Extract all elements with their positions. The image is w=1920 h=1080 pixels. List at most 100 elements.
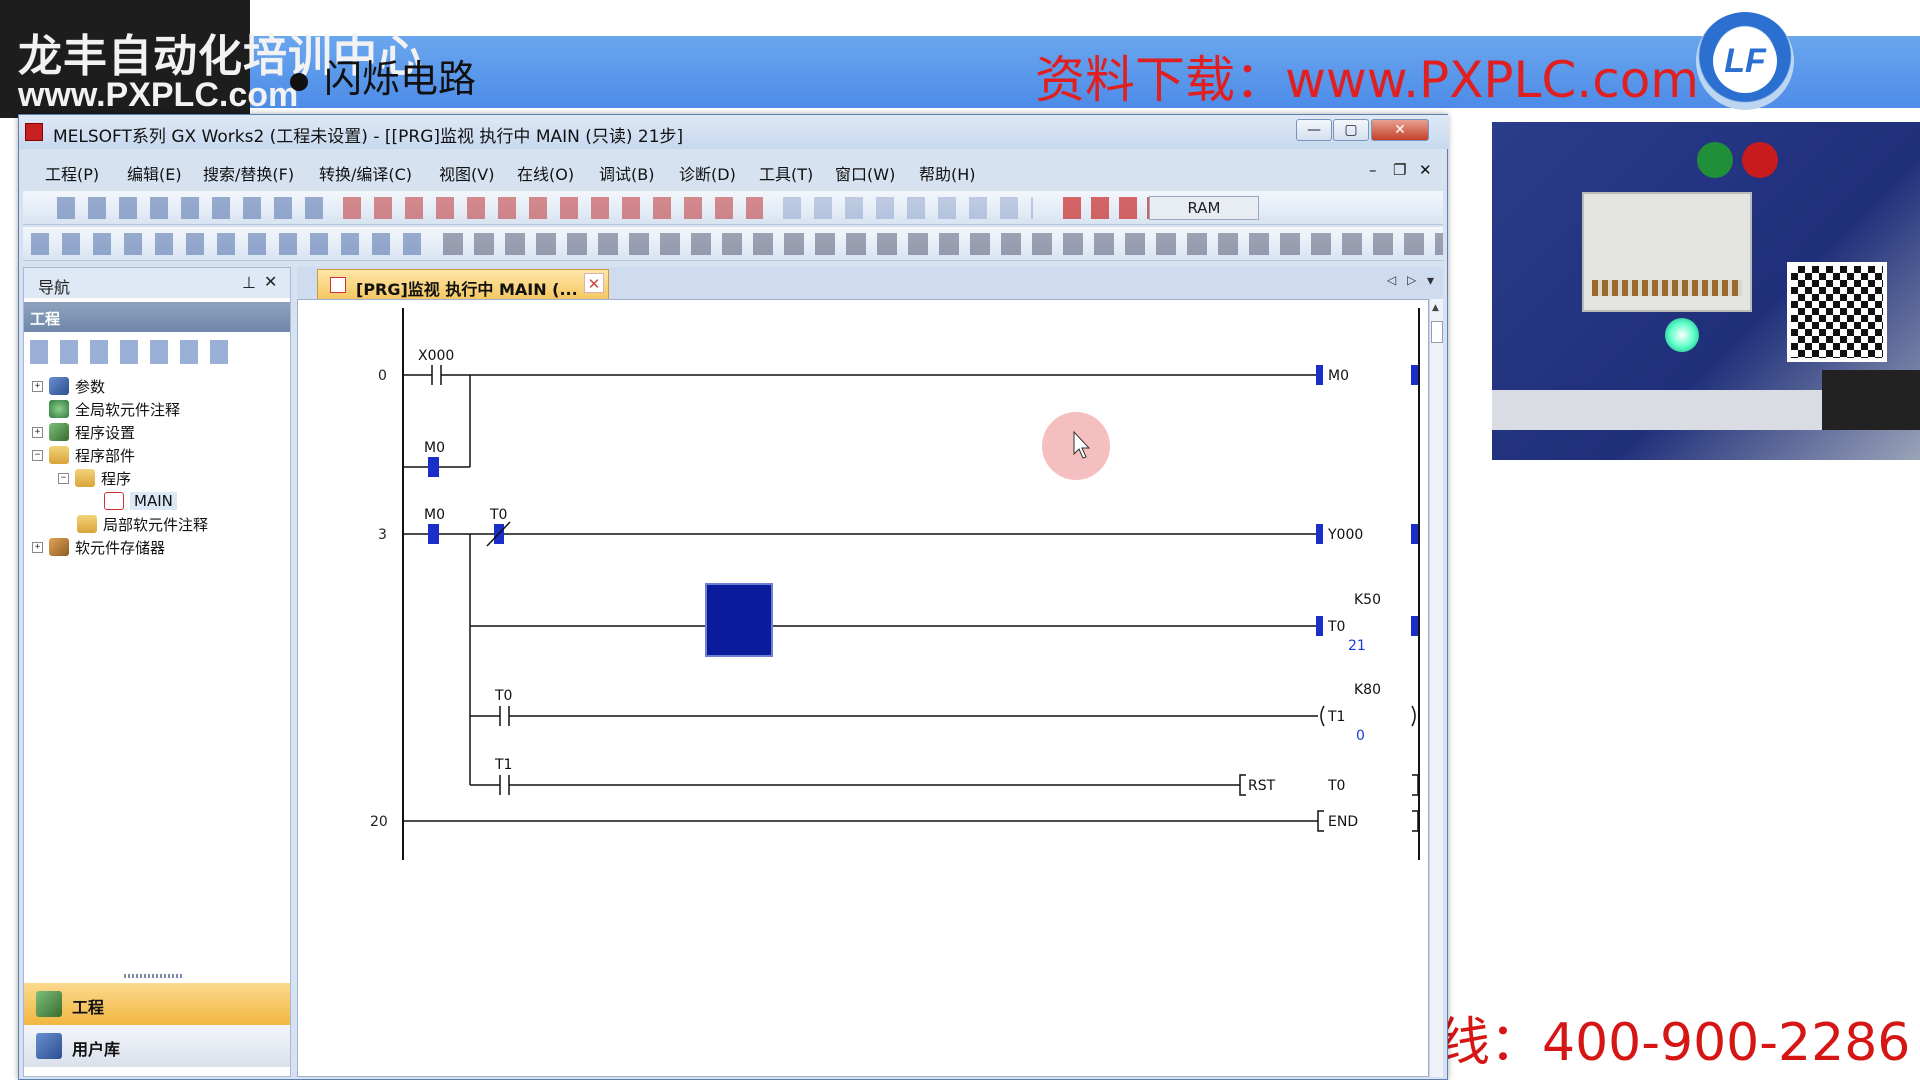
tree-label: 程序部件 bbox=[75, 446, 136, 465]
indicator-light-icon bbox=[1665, 318, 1699, 352]
contact-label-x000[interactable]: X000 bbox=[418, 348, 454, 364]
tree-item-program-setting[interactable]: + 程序设置 bbox=[32, 420, 135, 444]
editor-tab-strip: [PRG]监视 执行中 MAIN (... ✕ ◁ ▷ ▾ bbox=[297, 267, 1443, 299]
lesson-topic-text: 闪烁电路 bbox=[324, 57, 477, 101]
tree-item-device-memory[interactable]: + 软元件存储器 bbox=[32, 535, 165, 559]
expand-icon[interactable]: + bbox=[32, 541, 43, 553]
nav-close-icon[interactable]: ✕ bbox=[264, 272, 277, 291]
scroll-up-icon[interactable]: ▲ bbox=[1432, 303, 1439, 313]
ladder-editor[interactable]: 0 3 20 X000 M0 M0 M0 T0 Y000 T0 K50 21 T… bbox=[297, 299, 1429, 1077]
nav-footer-project[interactable]: 工程 bbox=[24, 983, 290, 1025]
contact-label-t1[interactable]: T1 bbox=[494, 757, 512, 773]
instruction-rst-operand[interactable]: T0 bbox=[1327, 778, 1345, 794]
menu-tools[interactable]: 工具(T) bbox=[759, 161, 813, 185]
coil-t1-left[interactable] bbox=[1320, 705, 1325, 727]
tree-item-local-comment[interactable]: 局部软元件注释 bbox=[77, 512, 208, 536]
window-title: MELSOFT系列 GX Works2 (工程未设置) - [[PRG]监视 执… bbox=[53, 127, 684, 147]
nav-title: 导航 bbox=[38, 278, 71, 297]
minimize-button[interactable]: — bbox=[1296, 119, 1332, 141]
instruction-end[interactable]: END bbox=[1328, 814, 1358, 830]
coil-label-y000[interactable]: Y000 bbox=[1327, 527, 1363, 543]
library-icon bbox=[36, 1033, 62, 1059]
contact-m0-on[interactable] bbox=[428, 524, 439, 544]
tree-item-pou[interactable]: − 程序部件 bbox=[32, 443, 135, 467]
pin-icon[interactable]: ⊥ bbox=[242, 273, 256, 292]
tab-next-icon[interactable]: ▷ bbox=[1407, 273, 1416, 287]
nav-toolbar-icons[interactable] bbox=[30, 340, 230, 364]
contact-label-t0[interactable]: T0 bbox=[489, 507, 507, 523]
tab-close-icon[interactable]: ✕ bbox=[584, 273, 604, 293]
qr-code bbox=[1787, 262, 1887, 362]
menu-project[interactable]: 工程(P) bbox=[45, 161, 99, 185]
nav-footer-library[interactable]: 用户库 bbox=[24, 1025, 290, 1067]
collapse-icon[interactable]: − bbox=[32, 449, 43, 461]
mdi-restore-button[interactable]: ❐ bbox=[1393, 161, 1406, 179]
nav-section-header: 工程 bbox=[24, 302, 290, 332]
nav-header: 导航 ⊥ ✕ bbox=[24, 268, 290, 298]
ladder-edit-toolbar-icons[interactable] bbox=[783, 197, 1033, 219]
mdi-minimize-button[interactable]: – bbox=[1369, 161, 1377, 179]
contact-m0-on[interactable] bbox=[428, 457, 439, 477]
coil-m0-on[interactable] bbox=[1316, 365, 1323, 385]
coil-label-t0[interactable]: T0 bbox=[1327, 619, 1345, 635]
step-number: 3 bbox=[378, 527, 387, 543]
contact-label-m0[interactable]: M0 bbox=[424, 440, 445, 456]
scrollbar-thumb[interactable] bbox=[1431, 321, 1443, 343]
coil-label-t1[interactable]: T1 bbox=[1327, 709, 1345, 725]
lf-logo-text: LF bbox=[1713, 29, 1777, 93]
menu-edit[interactable]: 编辑(E) bbox=[127, 161, 182, 185]
vertical-scrollbar[interactable]: ▲ bbox=[1429, 299, 1443, 1077]
tab-menu-icon[interactable]: ▾ bbox=[1427, 273, 1434, 289]
coil-y000-on[interactable] bbox=[1316, 524, 1323, 544]
contact-label-m0[interactable]: M0 bbox=[424, 507, 445, 523]
menu-diagnostics[interactable]: 诊断(D) bbox=[679, 161, 736, 185]
rung-0: X000 M0 M0 bbox=[403, 348, 1418, 477]
timer-setting-k80: K80 bbox=[1354, 682, 1381, 698]
window-titlebar[interactable]: MELSOFT系列 GX Works2 (工程未设置) - [[PRG]监视 执… bbox=[19, 115, 1449, 149]
menu-view[interactable]: 视图(V) bbox=[439, 161, 494, 185]
file-edit-toolbar-icons[interactable] bbox=[57, 197, 327, 219]
ladder-program-icon bbox=[104, 492, 124, 510]
tree-item-main[interactable]: MAIN bbox=[104, 489, 177, 513]
pane-splitter[interactable] bbox=[124, 974, 184, 978]
expand-icon[interactable]: + bbox=[32, 426, 43, 438]
menu-window[interactable]: 窗口(W) bbox=[835, 161, 895, 185]
coil-t0-on[interactable] bbox=[1316, 616, 1323, 636]
download-url: 资料下载：www.PXPLC.com bbox=[1035, 51, 1699, 109]
red-button-icon bbox=[1742, 142, 1778, 178]
ladder-toolbar bbox=[23, 227, 1443, 261]
view-toolbar-icons[interactable] bbox=[31, 233, 431, 255]
monitor-toolbar-icons[interactable] bbox=[1063, 197, 1153, 219]
contact-label-t0[interactable]: T0 bbox=[494, 688, 512, 704]
ladder-cursor[interactable] bbox=[705, 583, 773, 657]
close-button[interactable]: ✕ bbox=[1371, 119, 1429, 141]
memory-selector[interactable]: RAM bbox=[1149, 196, 1259, 220]
rung-end: END bbox=[403, 810, 1419, 832]
mdi-close-button[interactable]: ✕ bbox=[1419, 161, 1432, 179]
instruction-left-bracket bbox=[1239, 774, 1246, 796]
transfer-toolbar-icons[interactable] bbox=[343, 197, 763, 219]
ladder-symbol-toolbar-icons[interactable] bbox=[443, 233, 1443, 255]
video-banner: 龙丰自动化培训中心 www.PXPLC.com 闪烁电路 资料下载：www.PX… bbox=[0, 0, 1920, 118]
tree-label: MAIN bbox=[130, 492, 177, 510]
training-center-logo: 龙丰自动化培训中心 www.PXPLC.com bbox=[0, 0, 422, 118]
menu-find-replace[interactable]: 搜索/替换(F) bbox=[203, 161, 294, 185]
menu-help[interactable]: 帮助(H) bbox=[919, 161, 976, 185]
local-comment-icon bbox=[77, 515, 97, 533]
tab-prev-icon[interactable]: ◁ bbox=[1387, 273, 1396, 287]
menu-online[interactable]: 在线(O) bbox=[517, 161, 574, 185]
maximize-button[interactable]: ▢ bbox=[1333, 119, 1369, 141]
tab-main-monitor[interactable]: [PRG]监视 执行中 MAIN (... ✕ bbox=[317, 269, 609, 299]
tree-item-global-comment[interactable]: 全局软元件注释 bbox=[49, 397, 180, 421]
tree-item-program[interactable]: − 程序 bbox=[58, 466, 131, 490]
expand-icon[interactable]: + bbox=[32, 380, 43, 392]
tab-label: [PRG]监视 执行中 MAIN (... bbox=[356, 280, 578, 299]
menu-debug[interactable]: 调试(B) bbox=[599, 161, 654, 185]
step-number: 0 bbox=[378, 368, 387, 384]
collapse-icon[interactable]: − bbox=[58, 472, 69, 484]
instruction-rst[interactable]: RST bbox=[1248, 778, 1276, 794]
lesson-topic: 闪烁电路 bbox=[290, 48, 476, 103]
menu-convert[interactable]: 转换/编译(C) bbox=[319, 161, 412, 185]
coil-label-m0[interactable]: M0 bbox=[1328, 368, 1349, 384]
tree-item-parameter[interactable]: + 参数 bbox=[32, 374, 105, 398]
